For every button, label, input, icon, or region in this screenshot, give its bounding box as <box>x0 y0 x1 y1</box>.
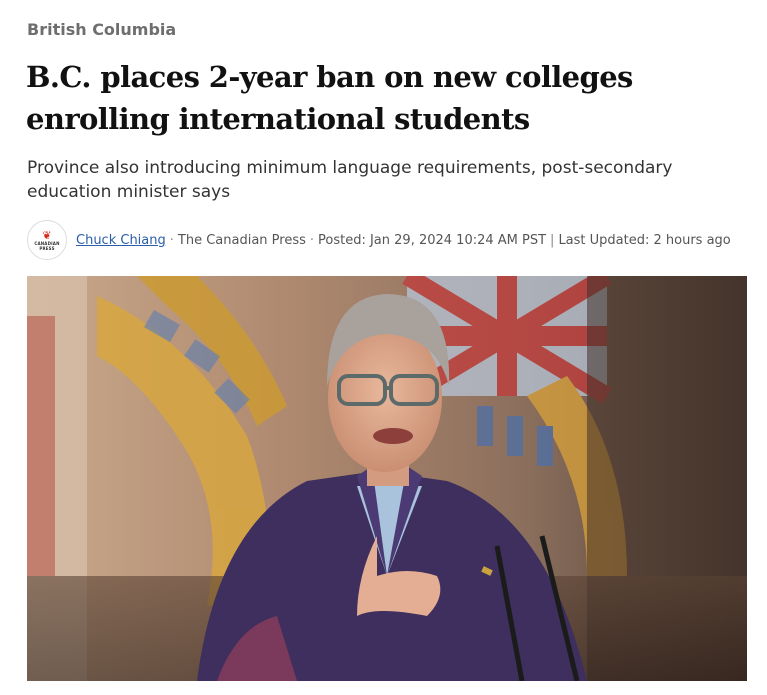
byline-posted: Posted: Jan 29, 2024 10:24 AM PST <box>318 232 547 248</box>
hero-photo-illustration <box>27 276 747 681</box>
byline-updated: Last Updated: 2 hours ago <box>558 232 731 248</box>
article-deck: Province also introducing minimum langua… <box>27 158 673 202</box>
canadian-press-logo: ❦ CANADIAN PRESS <box>27 220 67 260</box>
byline-source: The Canadian Press <box>177 232 306 248</box>
byline-separator: · <box>169 232 174 248</box>
author-link[interactable]: Chuck Chiang <box>76 233 166 248</box>
article-headline: B.C. places 2-year ban on new colleges e… <box>26 60 633 136</box>
byline: ❦ CANADIAN PRESS Chuck Chiang · The Cana… <box>27 219 747 261</box>
article-hero-photo[interactable] <box>27 276 747 681</box>
byline-separator: | <box>550 232 555 248</box>
section-link[interactable]: British Columbia <box>27 20 176 39</box>
maple-leaf-icon: ❦ <box>42 228 52 242</box>
byline-separator: · <box>309 232 315 248</box>
